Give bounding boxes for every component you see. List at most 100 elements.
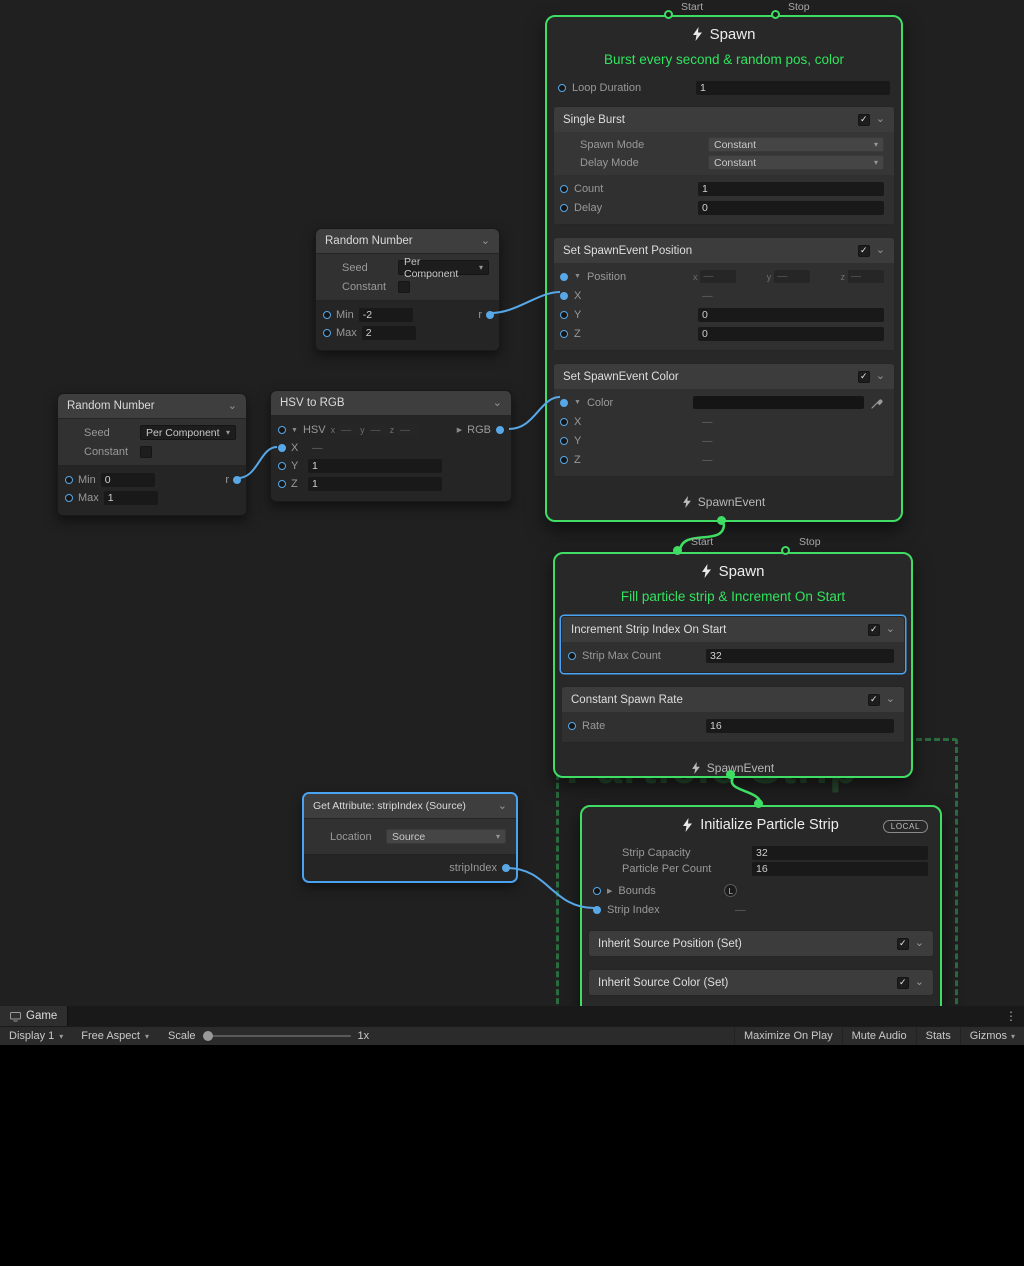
spawn2-spawnevent-port[interactable]	[726, 770, 735, 779]
hsv-z-minifield[interactable]: —	[397, 424, 419, 437]
block-single-burst[interactable]: Single Burst Spawn Mode Constant Delay M…	[553, 106, 895, 225]
block-enabled-checkbox[interactable]	[858, 371, 870, 383]
block-enabled-checkbox[interactable]	[858, 245, 870, 257]
max-port[interactable]	[323, 329, 331, 337]
block-enabled-checkbox[interactable]	[897, 938, 909, 950]
delay-field[interactable]: 0	[698, 201, 884, 215]
color-x-port[interactable]	[560, 418, 568, 426]
block-inherit-source-color[interactable]: Inherit Source Color (Set)	[588, 969, 934, 996]
tab-menu-icon[interactable]	[998, 1006, 1024, 1026]
hsv-y-minifield[interactable]: —	[368, 424, 390, 437]
block-enabled-checkbox[interactable]	[897, 977, 909, 989]
stripindex-output-port[interactable]	[502, 864, 510, 872]
color-swatch-field[interactable]	[693, 396, 864, 409]
rate-field[interactable]: 16	[706, 719, 894, 733]
chevron-down-icon[interactable]	[876, 371, 885, 382]
spawn1-spawnevent-port[interactable]	[717, 516, 726, 525]
chevron-down-icon[interactable]	[886, 624, 895, 635]
spawn2-start-port[interactable]	[673, 546, 682, 555]
display-dropdown[interactable]: Display 1	[0, 1027, 72, 1045]
color-z-port[interactable]	[560, 456, 568, 464]
node-hsv-to-rgb[interactable]: HSV to RGB ▼ HSV x— y— z— ▶	[270, 390, 512, 502]
position-z-port[interactable]	[560, 330, 568, 338]
min-port[interactable]	[65, 476, 73, 484]
expander-down-icon[interactable]: ▼	[574, 273, 581, 280]
delay-port[interactable]	[560, 204, 568, 212]
vfx-graph-canvas[interactable]: Particle Strip Random Number Seed Per Co…	[0, 0, 1024, 1006]
block-enabled-checkbox[interactable]	[868, 694, 880, 706]
maximize-on-play-button[interactable]: Maximize On Play	[734, 1027, 842, 1045]
max-port[interactable]	[65, 494, 73, 502]
node-header[interactable]: Random Number	[58, 394, 246, 419]
block-constant-spawn-rate[interactable]: Constant Spawn Rate Rate16	[561, 686, 905, 743]
random-output-port[interactable]	[233, 476, 241, 484]
count-port[interactable]	[560, 185, 568, 193]
constant-checkbox[interactable]	[140, 446, 152, 458]
position-x-port[interactable]	[560, 292, 568, 300]
random-output-port[interactable]	[486, 311, 494, 319]
min-field[interactable]: 0	[101, 473, 155, 487]
block-enabled-checkbox[interactable]	[868, 624, 880, 636]
node-random-number-2[interactable]: Random Number Seed Per Component Constan…	[57, 393, 247, 516]
z-field[interactable]: 1	[308, 477, 442, 491]
min-field[interactable]: -2	[359, 308, 413, 322]
scale-slider-knob[interactable]	[203, 1031, 213, 1041]
chevron-down-icon[interactable]	[228, 401, 237, 412]
max-field[interactable]: 2	[362, 326, 416, 340]
constant-checkbox[interactable]	[398, 281, 410, 293]
max-field[interactable]: 1	[104, 491, 158, 505]
bounds-port[interactable]	[593, 887, 601, 895]
chevron-down-icon[interactable]	[915, 977, 924, 988]
chevron-down-icon[interactable]	[876, 245, 885, 256]
chevron-down-icon[interactable]	[498, 801, 507, 812]
spawn1-stop-port[interactable]	[771, 10, 780, 19]
hsv-x-minifield[interactable]: —	[338, 424, 360, 437]
tab-game[interactable]: Game	[0, 1006, 68, 1026]
expander-down-icon[interactable]: ▼	[291, 427, 298, 434]
node-header[interactable]: Random Number	[316, 229, 499, 254]
node-get-attribute-stripindex[interactable]: Get Attribute: stripIndex (Source) Locat…	[303, 793, 517, 882]
delay-mode-dropdown[interactable]: Constant	[708, 155, 884, 170]
position-z-field[interactable]: 0	[698, 327, 884, 341]
expander-right-icon[interactable]: ▶	[607, 887, 612, 895]
block-set-spawnevent-position[interactable]: Set SpawnEvent Position ▼ Position x— y—…	[553, 237, 895, 351]
mute-audio-button[interactable]: Mute Audio	[842, 1027, 916, 1045]
context-spawn-strip[interactable]: Spawn Fill particle strip & Increment On…	[553, 552, 913, 778]
stats-button[interactable]: Stats	[916, 1027, 960, 1045]
block-inherit-source-position[interactable]: Inherit Source Position (Set)	[588, 930, 934, 957]
spawn-mode-dropdown[interactable]: Constant	[708, 137, 884, 152]
expander-right-icon[interactable]: ▶	[457, 426, 462, 434]
position-y-field[interactable]: 0	[698, 308, 884, 322]
block-enabled-checkbox[interactable]	[858, 114, 870, 126]
loop-duration-port[interactable]	[558, 84, 566, 92]
aspect-dropdown[interactable]: Free Aspect	[72, 1027, 158, 1045]
rate-port[interactable]	[568, 722, 576, 730]
node-random-number-1[interactable]: Random Number Seed Per Component Constan…	[315, 228, 500, 351]
color-picker-icon[interactable]	[870, 397, 884, 409]
spawn2-stop-port[interactable]	[781, 546, 790, 555]
rgb-output-port[interactable]	[496, 426, 504, 434]
scale-slider[interactable]	[203, 1035, 351, 1037]
context-initialize-particle-strip[interactable]: Initialize Particle Strip LOCAL Strip Ca…	[580, 805, 942, 1006]
initialize-input-port[interactable]	[754, 799, 763, 808]
color-port[interactable]	[560, 399, 568, 407]
z-port[interactable]	[278, 480, 286, 488]
y-port[interactable]	[278, 462, 286, 470]
context-spawn-burst[interactable]: Spawn Burst every second & random pos, c…	[545, 15, 903, 522]
spawn1-start-port[interactable]	[664, 10, 673, 19]
y-field[interactable]: 1	[308, 459, 442, 473]
hsv-port[interactable]	[278, 426, 286, 434]
strip-max-count-port[interactable]	[568, 652, 576, 660]
local-bounds-icon[interactable]: L	[724, 884, 737, 897]
seed-dropdown[interactable]: Per Component	[398, 260, 489, 275]
count-field[interactable]: 1	[698, 182, 884, 196]
chevron-down-icon[interactable]	[493, 398, 502, 409]
chevron-down-icon[interactable]	[886, 694, 895, 705]
loop-duration-field[interactable]: 1	[696, 81, 890, 95]
expander-down-icon[interactable]: ▼	[574, 399, 581, 406]
block-increment-strip-index[interactable]: Increment Strip Index On Start Strip Max…	[561, 616, 905, 673]
seed-dropdown[interactable]: Per Component	[140, 425, 236, 440]
chevron-down-icon[interactable]	[481, 236, 490, 247]
strip-index-port[interactable]	[593, 906, 601, 914]
block-set-spawnevent-color[interactable]: Set SpawnEvent Color ▼ Color X— Y— Z—	[553, 363, 895, 477]
